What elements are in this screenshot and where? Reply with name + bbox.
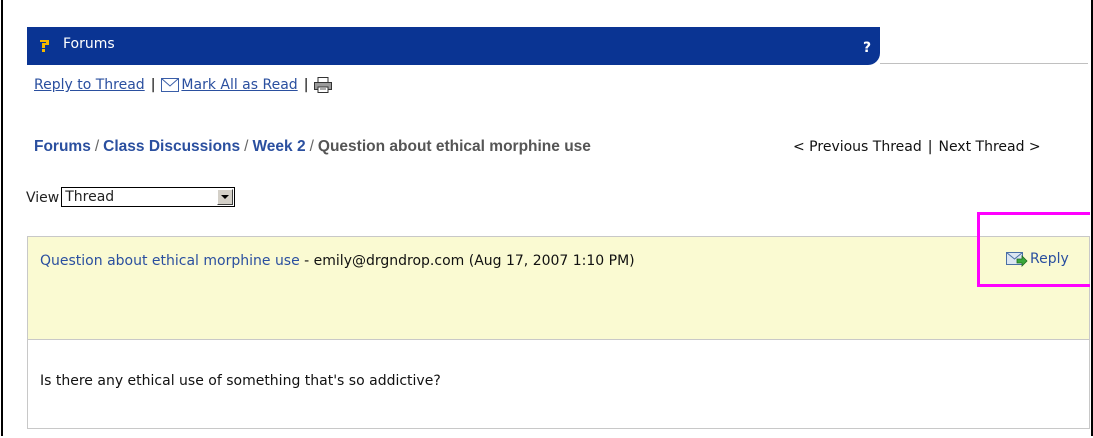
reply-icon (1006, 252, 1028, 267)
toolbar-separator: | (303, 77, 309, 93)
breadcrumb-separator: / (244, 138, 249, 155)
view-select-value: Thread (65, 189, 115, 205)
toolbar-separator: | (150, 77, 156, 93)
reply-label: Reply (1030, 251, 1069, 267)
breadcrumb: Forums / Class Discussions / Week 2/Question… (34, 138, 591, 156)
post-author-date: - emily@drgndrop.com (Aug 17, 2007 1:10 … (299, 253, 635, 269)
breadcrumb-separator: / (94, 138, 100, 155)
previous-thread-link[interactable]: < Previous Thread (793, 139, 922, 155)
mark-all-read-link[interactable]: Mark All as Read (181, 77, 297, 93)
post-meta: Question about ethical morphine use - em… (40, 251, 720, 272)
breadcrumb-class-discussions[interactable]: Class Discussions (103, 138, 240, 155)
next-thread-link[interactable]: Next Thread > (938, 139, 1040, 155)
view-label: View (26, 190, 60, 206)
reply-button[interactable]: Reply (1006, 250, 1069, 268)
post-body: Is there any ethical use of something th… (40, 373, 441, 389)
post-subject-link[interactable]: Question about ethical morphine use (40, 253, 300, 269)
forums-header-bar: Forums ? (27, 27, 880, 65)
thread-navigation: < Previous Thread | Next Thread > (793, 139, 1041, 155)
header-title: Forums (63, 36, 115, 52)
breadcrumb-separator: / (309, 138, 314, 155)
print-icon[interactable] (314, 77, 333, 93)
thread-nav-separator: | (927, 139, 933, 155)
post-panel: Question about ethical morphine use - em… (27, 236, 1090, 429)
envelope-icon[interactable] (161, 78, 180, 92)
help-button[interactable]: ? (863, 40, 871, 56)
forum-toolbar: Reply to Thread | Mark All as Read | (34, 77, 333, 93)
reply-to-thread-link[interactable]: Reply to Thread (34, 77, 145, 93)
view-select[interactable]: Thread (61, 187, 236, 207)
forums-logo-icon (40, 40, 49, 52)
view-selector-row: View Thread (26, 187, 236, 207)
post-header: Question about ethical morphine use - em… (28, 237, 1089, 340)
dropdown-arrow-icon[interactable] (217, 189, 234, 205)
breadcrumb-forums[interactable]: Forums (34, 138, 91, 155)
header-divider (880, 63, 1088, 64)
breadcrumb-week-2[interactable]: Week 2 (252, 138, 305, 155)
breadcrumb-current-thread: Question about ethical morphine use (317, 138, 591, 155)
